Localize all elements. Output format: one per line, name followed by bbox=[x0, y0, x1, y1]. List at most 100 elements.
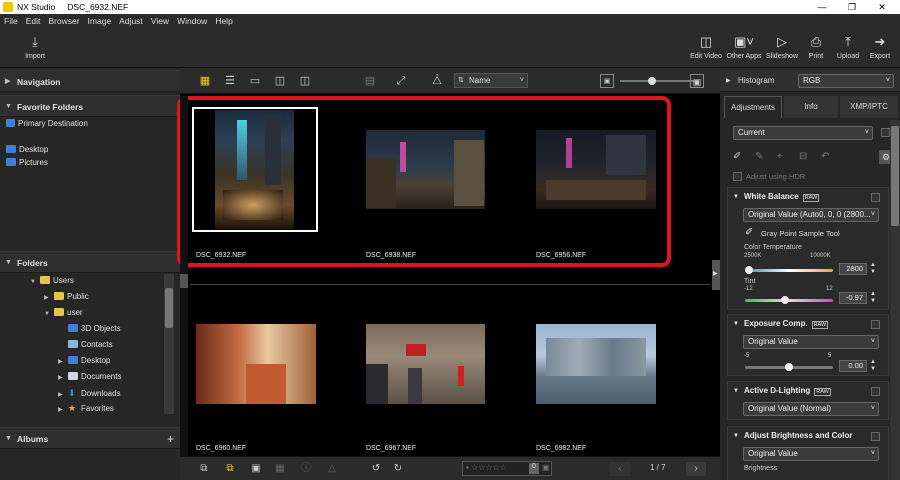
adl-header[interactable]: ▼ Active D-Lighting RAW bbox=[728, 382, 888, 400]
upload-button[interactable]: ⤒ Upload bbox=[834, 34, 862, 60]
previous-page-icon[interactable]: ‹ bbox=[610, 462, 630, 476]
gray-point-icon[interactable]: ✐ bbox=[745, 227, 753, 238]
tab-xmp-iptc[interactable]: XMP/IPTC bbox=[840, 96, 898, 118]
print-button[interactable]: ⎙ Print bbox=[802, 34, 830, 60]
exposure-checkbox[interactable] bbox=[871, 320, 880, 329]
list-view-icon[interactable]: ☰ bbox=[223, 74, 237, 88]
tint-stepper-icon[interactable]: ▲ ▼ bbox=[870, 291, 876, 305]
tree-item-favorites[interactable]: ▶ ★ Favorites bbox=[58, 400, 114, 416]
menu-browser[interactable]: Browser bbox=[44, 16, 83, 26]
rename-icon[interactable]: ▣ bbox=[248, 462, 264, 476]
exposure-select[interactable]: Original Value ˅ bbox=[743, 335, 879, 349]
histogram-channel-select[interactable]: RGB ˅ bbox=[798, 74, 894, 88]
exposure-input[interactable]: 0.00 bbox=[839, 360, 867, 372]
exposure-knob[interactable] bbox=[785, 363, 793, 371]
color-temp-input[interactable]: 2800 bbox=[839, 263, 867, 275]
restore-icon[interactable]: ❐ bbox=[838, 0, 866, 14]
right-panel-scrollbar[interactable] bbox=[890, 120, 900, 480]
stack-icon[interactable]: ⧉ bbox=[196, 462, 212, 476]
folders-header[interactable]: ▼ Folders bbox=[0, 251, 180, 273]
thumbnail-size-knob[interactable] bbox=[648, 77, 656, 85]
compare-adjust-icon[interactable]: ◫ bbox=[298, 74, 312, 88]
edit-video-button[interactable]: ◫ Edit Video bbox=[688, 34, 724, 60]
tab-adjustments[interactable]: Adjustments bbox=[724, 96, 782, 118]
thumbnail-image-4[interactable] bbox=[196, 324, 316, 404]
preset-checkbox[interactable] bbox=[881, 128, 890, 137]
color-temp-stepper-icon[interactable]: ▲ ▼ bbox=[870, 262, 876, 276]
adl-checkbox[interactable] bbox=[871, 387, 880, 396]
menu-file[interactable]: File bbox=[0, 16, 22, 26]
color-temp-slider[interactable] bbox=[745, 269, 833, 272]
fit-screen-icon[interactable]: ⤢ bbox=[394, 74, 408, 88]
folders-scrollbar[interactable] bbox=[164, 274, 174, 414]
menu-edit[interactable]: Edit bbox=[22, 16, 45, 26]
slideshow-button[interactable]: ▷ Slideshow bbox=[765, 34, 799, 60]
tab-info[interactable]: Info bbox=[784, 96, 838, 118]
export-button[interactable]: ➜ Export bbox=[866, 34, 894, 60]
close-icon[interactable]: ✕ bbox=[868, 0, 896, 14]
browser-scrollbar[interactable] bbox=[180, 96, 188, 456]
small-thumbnail-icon[interactable]: ▣ bbox=[600, 74, 614, 88]
thumbnail-size-slider[interactable] bbox=[620, 80, 698, 82]
white-balance-select[interactable]: Original Value (Auto0, 0, 0 (2800... ˅ bbox=[743, 208, 879, 222]
thumbnail-image-6[interactable] bbox=[536, 324, 656, 404]
white-balance-header[interactable]: ▼ White Balance RAW bbox=[728, 188, 888, 206]
menu-help[interactable]: Help bbox=[211, 16, 236, 26]
add-album-icon[interactable]: + bbox=[167, 428, 174, 450]
other-apps-button[interactable]: ▣˅ Other Apps bbox=[725, 34, 763, 60]
favorite-pictures-item[interactable]: Pictures bbox=[6, 155, 48, 171]
scrollbar-thumb[interactable] bbox=[180, 274, 188, 288]
color-temp-knob[interactable] bbox=[744, 266, 753, 274]
scrollbar-thumb[interactable] bbox=[165, 288, 173, 328]
rotate-right-icon[interactable]: ↻ bbox=[390, 462, 406, 476]
protect-icon[interactable]: ▣ bbox=[542, 463, 550, 472]
folder-icon bbox=[54, 292, 64, 300]
tree-item-user[interactable]: ▼ user bbox=[44, 305, 83, 321]
navigation-header[interactable]: ▶ Navigation bbox=[0, 70, 180, 92]
grid-view-icon[interactable]: ▦ bbox=[198, 74, 212, 88]
brightness-select[interactable]: Original Value ˅ bbox=[743, 447, 879, 461]
adl-select[interactable]: Original Value (Normal) ˅ bbox=[743, 402, 879, 416]
white-balance-checkbox[interactable] bbox=[871, 193, 880, 202]
label-box[interactable]: 0 bbox=[529, 463, 539, 474]
large-thumbnail-icon[interactable]: ▣ bbox=[690, 74, 704, 88]
menu-adjust[interactable]: Adjust bbox=[115, 16, 147, 26]
next-page-icon[interactable]: › bbox=[686, 462, 706, 476]
tree-item-users[interactable]: ▼ Users bbox=[30, 273, 74, 289]
scrollbar-thumb[interactable] bbox=[891, 126, 899, 226]
menu-view[interactable]: View bbox=[147, 16, 173, 26]
tree-item-public[interactable]: ▶ Public bbox=[44, 289, 89, 305]
tint-input[interactable]: -0.97 bbox=[839, 292, 867, 304]
tree-item-3d-objects[interactable]: 3D Objects bbox=[58, 321, 121, 337]
minimize-icon[interactable]: — bbox=[808, 0, 836, 14]
exposure-stepper-icon[interactable]: ▲ ▼ bbox=[870, 359, 876, 373]
brightness-checkbox[interactable] bbox=[871, 432, 880, 441]
rating-control[interactable]: ▪ ☆☆☆☆☆ 0 ▣ bbox=[462, 461, 552, 476]
sort-select[interactable]: ⇅ Name ˅ bbox=[454, 73, 528, 88]
tree-item-downloads[interactable]: ▶ ⬇ Downloads bbox=[58, 385, 121, 401]
compare-view-icon[interactable]: ◫ bbox=[273, 74, 287, 88]
exposure-header[interactable]: ▼ Exposure Comp. RAW bbox=[728, 315, 888, 333]
favorite-folders-header[interactable]: ▼ Favorite Folders bbox=[0, 95, 180, 117]
tint-knob[interactable] bbox=[781, 296, 790, 304]
primary-destination-item[interactable]: Primary Destination bbox=[6, 116, 88, 132]
tree-item-desktop[interactable]: ▶ Desktop bbox=[58, 353, 110, 369]
import-button[interactable]: ⤓ Import bbox=[18, 34, 52, 60]
gray-point-label[interactable]: Gray Point Sample Tool bbox=[761, 229, 840, 238]
rating-stars[interactable]: ▪ ☆☆☆☆☆ bbox=[466, 463, 507, 472]
filter-icon[interactable]: ⧊ bbox=[430, 74, 444, 88]
right-panel-toggle[interactable]: ▶ bbox=[712, 260, 720, 290]
tree-item-documents[interactable]: ▶ Documents bbox=[58, 369, 121, 385]
menu-image[interactable]: Image bbox=[84, 16, 116, 26]
albums-header[interactable]: ▼ Albums + bbox=[0, 427, 180, 449]
thumbnail-image-5[interactable] bbox=[366, 324, 485, 404]
histogram-header[interactable]: ▶ Histogram RGB ˅ bbox=[720, 70, 900, 92]
brightness-header[interactable]: ▼ Adjust Brightness and Color bbox=[728, 427, 888, 445]
menu-window[interactable]: Window bbox=[173, 16, 211, 26]
select-all-icon[interactable]: ⧉ bbox=[222, 462, 238, 476]
single-view-icon[interactable]: ▭ bbox=[248, 74, 262, 88]
tree-item-contacts[interactable]: Contacts bbox=[58, 337, 113, 353]
rotate-left-icon[interactable]: ↺ bbox=[368, 462, 384, 476]
preset-select[interactable]: Current ˅ bbox=[733, 126, 873, 140]
eyedropper-icon[interactable]: ✐ bbox=[733, 151, 741, 162]
